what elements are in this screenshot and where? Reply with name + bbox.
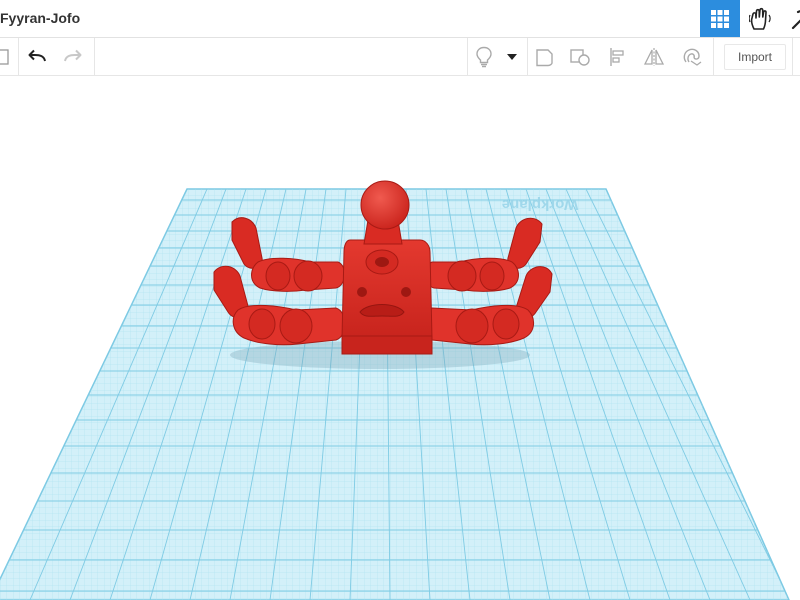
toolbar-divider [713, 38, 714, 75]
light-bulb-button[interactable] [471, 44, 497, 70]
dropdown-arrow-icon [507, 54, 517, 60]
toolbar-divider [792, 38, 793, 75]
3d-viewport[interactable]: Workplane [0, 76, 800, 600]
magnet-icon [683, 48, 702, 66]
redo-button[interactable] [60, 44, 86, 70]
toolbar-divider [527, 38, 528, 75]
align-button[interactable] [605, 44, 631, 70]
robot-body[interactable] [341, 239, 433, 355]
light-dropdown-button[interactable] [499, 44, 525, 70]
undo-button[interactable] [24, 44, 50, 70]
grid-view-icon [711, 9, 729, 28]
hand-gesture-icon [749, 7, 771, 30]
title-bar: Fyyran-Jofo [0, 0, 800, 38]
shape-solid-icon [536, 49, 553, 67]
toolbar-divider [467, 38, 468, 75]
grid-view-button[interactable] [700, 0, 740, 37]
toolbar-divider [94, 38, 95, 75]
workplane-label: Workplane [502, 196, 578, 213]
light-bulb-icon [476, 46, 492, 68]
tinkercad-editor: Fyyran-Jofo Import Workplane [0, 0, 800, 600]
toolbar: Import [0, 38, 800, 76]
redo-icon [64, 49, 82, 62]
cruise-button[interactable] [679, 44, 705, 70]
undo-icon [28, 49, 46, 62]
solid-button[interactable] [531, 44, 557, 70]
mirror-button[interactable] [641, 44, 667, 70]
import-button[interactable]: Import [724, 44, 786, 70]
bricks-view-button[interactable] [780, 0, 800, 37]
hole-button[interactable] [567, 44, 593, 70]
mirror-icon [643, 48, 665, 66]
scene: Workplane [0, 180, 790, 600]
align-icon [610, 48, 624, 66]
toolbar-divider [18, 38, 19, 75]
copy-icon [0, 49, 9, 65]
pickaxe-icon [791, 9, 800, 29]
shape-hole-icon [570, 49, 590, 66]
design-title[interactable]: Fyyran-Jofo [0, 10, 80, 26]
copy-button[interactable] [0, 44, 16, 70]
blocks-view-button[interactable] [740, 0, 780, 37]
